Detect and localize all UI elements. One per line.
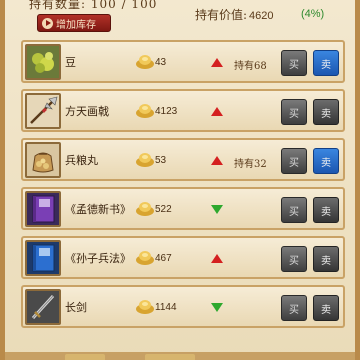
price-down-icon: [211, 303, 223, 312]
gold-ingot-icon: [136, 300, 154, 314]
buy-button[interactable]: 买: [281, 99, 307, 125]
ration-bag-icon: [25, 142, 61, 178]
hold-quantity: 持有数量: 100 / 100: [29, 0, 158, 11]
list-item: 《孟德新书》 522 买 卖: [21, 187, 345, 230]
hold-value-label: 持有价值:: [195, 8, 248, 22]
beans-icon: [25, 44, 61, 80]
item-name: 《孟德新书》: [65, 203, 131, 216]
buy-button[interactable]: 买: [281, 148, 307, 174]
price-up-icon: [211, 156, 223, 165]
purple-book-icon: [25, 191, 61, 227]
footer-tab[interactable]: [65, 354, 105, 360]
list-item: 长剑 1144 买 卖: [21, 285, 345, 328]
gold-ingot-icon: [136, 153, 154, 167]
item-price: 522: [155, 204, 172, 215]
price-up-icon: [211, 107, 223, 116]
buy-button[interactable]: 买: [281, 246, 307, 272]
footer-tab[interactable]: [145, 354, 195, 360]
list-item: 豆 43 持有68 买 卖: [21, 40, 345, 83]
owned-count: 持有68: [234, 61, 267, 72]
buy-button[interactable]: 买: [281, 197, 307, 223]
price-up-icon: [211, 58, 223, 67]
list-item: 《孙子兵法》 467 买 卖: [21, 236, 345, 279]
item-price: 467: [155, 253, 172, 264]
gold-ingot-icon: [136, 104, 154, 118]
item-price: 53: [155, 155, 167, 166]
item-name: 兵粮丸: [65, 154, 98, 167]
list-item: 兵粮丸 53 持有32 买 卖: [21, 138, 345, 181]
list-item: 方天画戟 4123 买 卖: [21, 89, 345, 132]
owned-count: 持有32: [234, 159, 267, 170]
sword-icon: [25, 289, 61, 325]
buy-button[interactable]: 买: [281, 295, 307, 321]
hold-value-change: (4%): [301, 8, 325, 20]
price-down-icon: [211, 205, 223, 214]
sell-button[interactable]: 卖: [313, 246, 339, 272]
trade-panel: 持有数量: 100 / 100 增加库存 持有价值: 4620 (4%) 豆 43…: [0, 0, 360, 360]
header: 持有数量: 100 / 100 增加库存 持有价值: 4620 (4%): [5, 0, 355, 40]
sell-button[interactable]: 卖: [313, 197, 339, 223]
item-name: 豆: [65, 56, 76, 69]
item-list: 豆 43 持有68 买 卖 方天画戟 4123 买 卖 兵粮丸 53 持有32 …: [21, 40, 345, 334]
blue-book-icon: [25, 240, 61, 276]
sell-button[interactable]: 卖: [313, 148, 339, 174]
sell-button[interactable]: 卖: [313, 295, 339, 321]
expand-inventory-label: 增加库存: [56, 19, 96, 31]
item-name: 方天画戟: [65, 105, 109, 118]
gold-ingot-icon: [136, 55, 154, 69]
buy-button[interactable]: 买: [281, 50, 307, 76]
item-price: 43: [155, 57, 167, 68]
sell-button[interactable]: 卖: [313, 50, 339, 76]
item-price: 1144: [155, 302, 177, 313]
price-up-icon: [211, 254, 223, 263]
gold-ingot-icon: [136, 202, 154, 216]
play-icon: [42, 17, 53, 29]
item-price: 4123: [155, 106, 178, 117]
item-name: 《孙子兵法》: [65, 252, 131, 265]
item-name: 长剑: [65, 301, 87, 314]
expand-inventory-button[interactable]: 增加库存: [37, 14, 111, 32]
hold-value: 持有价值: 4620: [195, 6, 274, 23]
sell-button[interactable]: 卖: [313, 99, 339, 125]
hold-value-amount: 4620: [249, 10, 274, 22]
halberd-icon: [25, 93, 61, 129]
gold-ingot-icon: [136, 251, 154, 265]
